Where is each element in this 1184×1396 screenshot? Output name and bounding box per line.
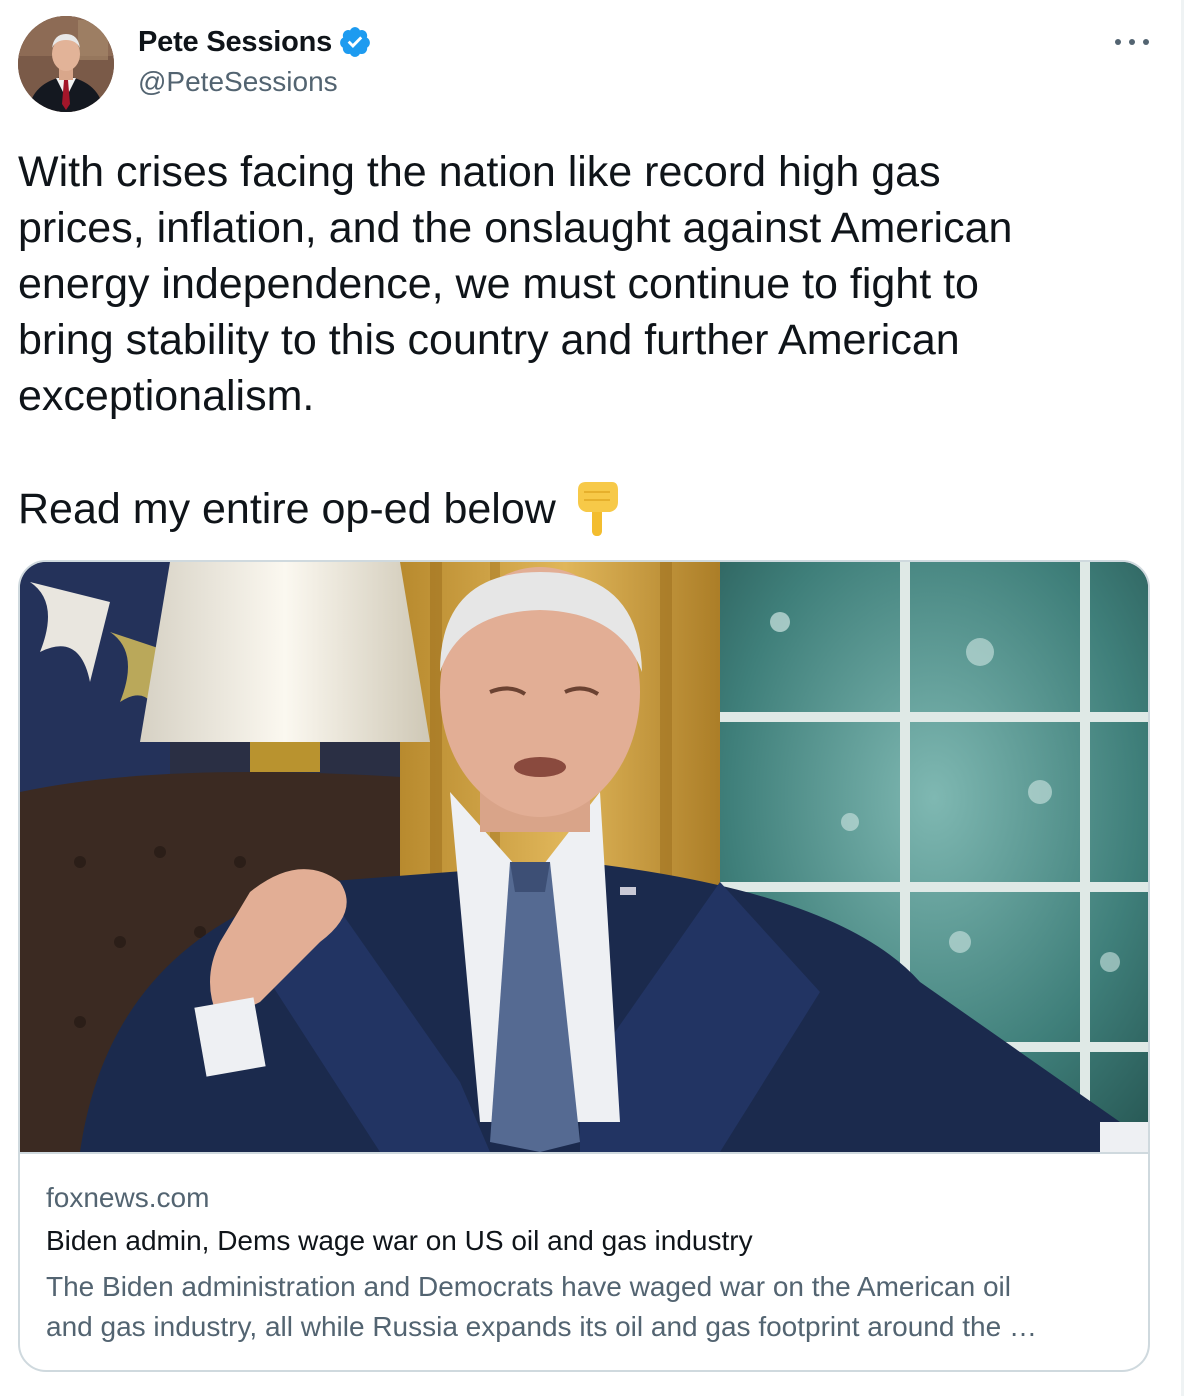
author-display-name[interactable]: Pete Sessions — [138, 26, 332, 59]
link-card-divider — [20, 1152, 1148, 1154]
avatar[interactable] — [18, 16, 114, 112]
link-preview-card[interactable]: foxnews.com Biden admin, Dems wage war o… — [18, 560, 1150, 1372]
link-card-description: The Biden administration and Democrats h… — [46, 1267, 1126, 1347]
article-photo-icon — [20, 562, 1148, 1152]
pointing-down-emoji-icon — [572, 480, 622, 538]
profile-photo-icon — [18, 16, 114, 112]
more-options-icon[interactable] — [1112, 30, 1152, 54]
ellipsis-dot — [1129, 39, 1135, 45]
link-card-title: Biden admin, Dems wage war on US oil and… — [46, 1225, 753, 1256]
ellipsis-dot — [1115, 39, 1121, 45]
link-card-description-text: The Biden administration and Democrats h… — [46, 1271, 1037, 1342]
verified-badge-icon — [338, 25, 372, 59]
tweet-cta-line: Read my entire op-ed below — [18, 480, 622, 538]
ellipsis-dot — [1143, 39, 1149, 45]
link-card-domain: foxnews.com — [46, 1182, 210, 1213]
link-card-image[interactable] — [20, 562, 1148, 1152]
tweet-cta-text: Read my entire op-ed below — [18, 484, 556, 533]
author-handle[interactable]: @PeteSessions — [138, 66, 338, 98]
tweet-text: With crises facing the nation like recor… — [18, 148, 1013, 420]
author-name-row[interactable]: Pete Sessions — [138, 24, 372, 60]
